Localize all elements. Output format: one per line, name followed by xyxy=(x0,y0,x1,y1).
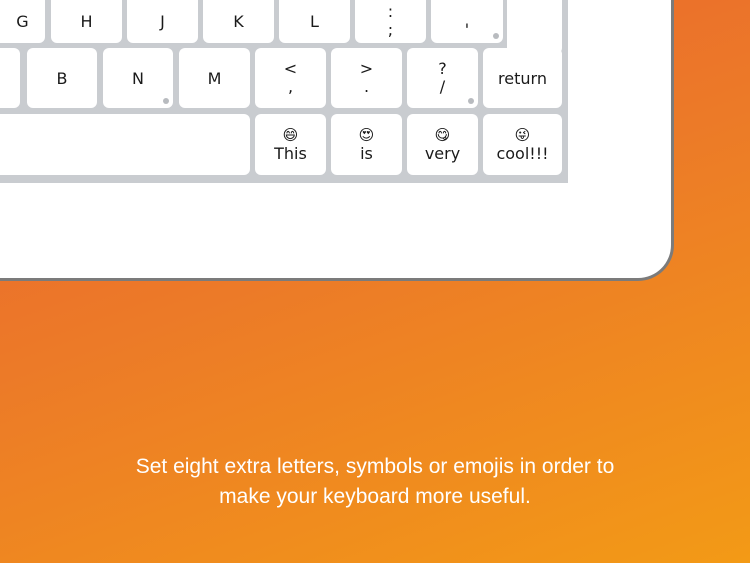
key-label: This xyxy=(274,144,307,163)
yum-emoji-icon: 😋 xyxy=(434,126,451,144)
key-label-bottom: / xyxy=(439,77,446,96)
long-press-dot xyxy=(493,33,499,39)
caption-line-2: make your keyboard more useful. xyxy=(219,485,531,508)
key-slash[interactable]: ? / xyxy=(407,48,478,108)
key-label: M xyxy=(207,68,222,88)
key-label: H xyxy=(80,12,93,31)
key-label: very xyxy=(424,144,461,163)
heart-eyes-emoji-icon: 😍 xyxy=(358,126,375,144)
key-label: is xyxy=(360,144,373,163)
key-v[interactable] xyxy=(0,48,20,108)
key-label-top: : xyxy=(387,2,394,21)
extra-key-this[interactable]: 😄 This xyxy=(255,114,326,175)
key-h[interactable]: H xyxy=(51,0,122,43)
key-label: B xyxy=(56,68,68,88)
caption: Set eight extra letters, symbols or emoj… xyxy=(40,452,710,512)
key-n[interactable]: N xyxy=(103,48,173,108)
extra-key-very[interactable]: 😋 very xyxy=(407,114,478,175)
key-label-bottom: ; xyxy=(387,20,394,39)
key-label-top: > xyxy=(359,59,374,78)
caption-line-1: Set eight extra letters, symbols or emoj… xyxy=(135,455,615,478)
key-label-bottom: ' xyxy=(464,20,470,39)
key-b[interactable]: B xyxy=(27,48,97,108)
return-label: return xyxy=(498,68,547,88)
extra-key-cool[interactable]: 😜 cool!!! xyxy=(483,114,562,175)
key-label: cool!!! xyxy=(496,144,549,163)
key-label-bottom: . xyxy=(363,77,370,96)
key-semicolon[interactable]: :; xyxy=(355,0,426,43)
key-g[interactable]: G xyxy=(0,0,45,43)
key-label: N xyxy=(132,68,144,88)
grinning-emoji-icon: 😄 xyxy=(282,126,299,144)
key-label-bottom: , xyxy=(287,77,294,96)
space-key[interactable] xyxy=(0,114,250,175)
key-label-top: ? xyxy=(438,59,447,78)
key-quote[interactable]: "' xyxy=(431,0,503,43)
key-m[interactable]: M xyxy=(179,48,250,108)
key-l[interactable]: L xyxy=(279,0,350,43)
return-key-top[interactable] xyxy=(507,0,562,54)
key-label: G xyxy=(16,12,29,31)
extra-key-is[interactable]: 😍 is xyxy=(331,114,402,175)
key-label: L xyxy=(310,12,319,31)
long-press-dot xyxy=(163,98,169,104)
key-period[interactable]: >. xyxy=(331,48,402,108)
key-label: J xyxy=(160,12,165,31)
winking-tongue-emoji-icon: 😜 xyxy=(514,126,531,144)
keyboard: G H J K L :; "' B N M <, >. ?/ return 😄T… xyxy=(0,0,568,183)
key-label-top: < xyxy=(283,59,298,78)
key-comma[interactable]: <, xyxy=(255,48,326,108)
key-j[interactable]: J xyxy=(127,0,198,43)
long-press-dot xyxy=(468,98,474,104)
key-label: K xyxy=(233,12,244,31)
key-k[interactable]: K xyxy=(203,0,274,43)
return-key[interactable]: return xyxy=(483,48,562,108)
